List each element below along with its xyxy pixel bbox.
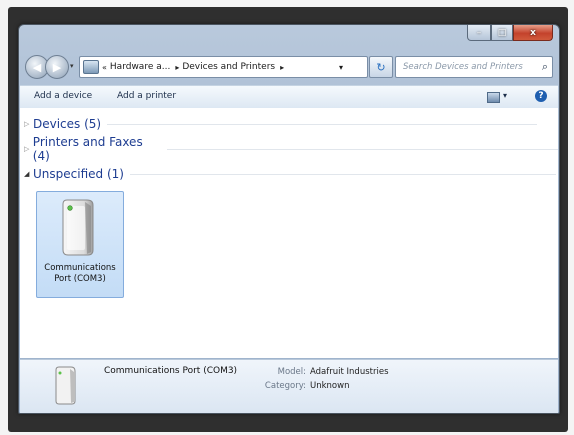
navigation-bar: ◀ ▶ ▾ « Hardware a... ▸ Devices and Prin… (25, 55, 553, 79)
add-printer-button[interactable]: Add a printer (117, 91, 176, 101)
search-icon[interactable]: ⌕ (542, 60, 552, 74)
detail-model-value: Adafruit Industries (310, 367, 389, 377)
refresh-icon: ↻ (376, 60, 386, 74)
detail-category-value: Unknown (310, 381, 350, 391)
group-label: Unspecified (1) (33, 167, 124, 181)
help-icon[interactable]: ? (535, 90, 547, 102)
refresh-button[interactable]: ↻ (369, 56, 393, 78)
search-placeholder: Search Devices and Printers (403, 62, 523, 72)
detail-device-name: Communications Port (COM3) (104, 366, 238, 376)
address-dropdown-icon[interactable]: ▾ (339, 63, 343, 72)
outer-frame: – □ x ◀ ▶ ▾ « Hardware a... ▸ Devices an… (8, 7, 568, 432)
minimize-icon: – (476, 27, 482, 38)
caption-buttons: – □ x (467, 25, 553, 41)
devices-folder-icon (83, 60, 99, 74)
group-label: Devices (5) (33, 117, 102, 131)
minimize-button[interactable]: – (467, 25, 491, 41)
group-header-devices[interactable]: ▷ Devices (5) (24, 116, 538, 132)
group-divider (166, 148, 558, 150)
breadcrumb-separator-icon[interactable]: ▸ (175, 63, 179, 72)
change-view-icon[interactable] (487, 92, 500, 103)
close-icon: x (530, 27, 536, 38)
detail-category-label: Category: (264, 381, 306, 391)
group-header-unspecified[interactable]: ◢ Unspecified (1) (24, 166, 556, 182)
maximize-button[interactable]: □ (491, 25, 513, 41)
forward-button[interactable]: ▶ (45, 55, 69, 79)
add-device-button[interactable]: Add a device (34, 91, 92, 101)
details-pane: Communications Port (COM3) Model: Adafru… (20, 359, 558, 413)
explorer-window: – □ x ◀ ▶ ▾ « Hardware a... ▸ Devices an… (18, 24, 560, 414)
devices-content-pane: ▷ Devices (5) ▷ Printers and Faxes (4) ◢… (20, 108, 558, 358)
close-button[interactable]: x (513, 25, 553, 41)
expanded-triangle-icon: ◢ (24, 170, 30, 178)
collapsed-triangle-icon: ▷ (24, 120, 30, 128)
address-bar[interactable]: « Hardware a... ▸ Devices and Printers ▸… (79, 56, 368, 78)
breadcrumb-devices-printers[interactable]: Devices and Printers (182, 62, 275, 72)
maximize-icon: □ (497, 27, 507, 38)
device-tile-label: Communications Port (COM3) (44, 263, 116, 284)
generic-device-icon (55, 366, 76, 405)
recent-pages-dropdown[interactable]: ▾ (70, 62, 74, 70)
overflow-chevron[interactable]: « (102, 63, 107, 72)
search-box[interactable]: Search Devices and Printers ⌕ (395, 56, 553, 78)
breadcrumb-hardware[interactable]: Hardware a... (110, 62, 170, 72)
group-header-printers-faxes[interactable]: ▷ Printers and Faxes (4) (24, 135, 558, 163)
group-divider (107, 123, 538, 125)
group-divider (129, 173, 556, 175)
back-arrow-icon: ◀ (32, 60, 42, 74)
breadcrumb-separator-icon[interactable]: ▸ (280, 63, 284, 72)
view-options-dropdown-icon[interactable]: ▾ (503, 91, 507, 100)
collapsed-triangle-icon: ▷ (24, 145, 30, 153)
command-bar: Add a device Add a printer ▾ ? (20, 85, 558, 109)
generic-device-icon (62, 199, 94, 256)
group-label: Printers and Faxes (4) (32, 135, 143, 163)
device-tile-com3[interactable]: Communications Port (COM3) (36, 191, 124, 298)
detail-model-label: Model: (277, 367, 306, 377)
forward-arrow-icon: ▶ (52, 60, 62, 74)
